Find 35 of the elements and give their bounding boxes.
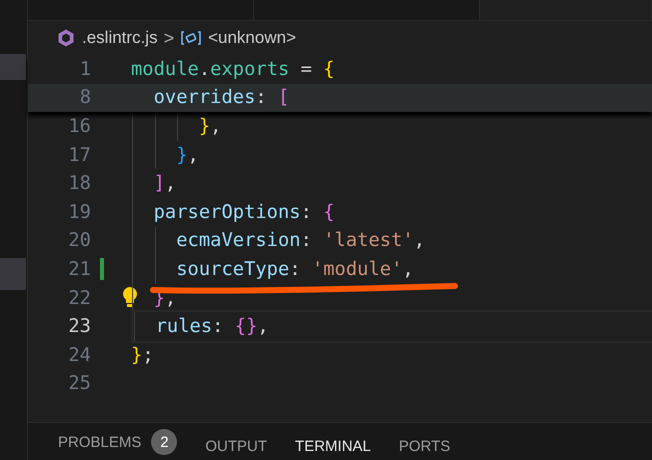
sidebar-item-highlight [0,54,26,80]
code-line: parserOptions: { [152,202,335,223]
symbol-icon [180,30,202,46]
panel-tab[interactable]: PROBLEMS 2 [58,425,186,460]
breadcrumb-file[interactable]: .eslintrc.js [82,28,158,48]
count-badge: 2 [151,429,178,455]
code-line: rules: {}, [154,316,269,338]
line-number: 1 [78,58,91,80]
line-number: 8 [78,87,91,108]
panel-tab[interactable]: TERMINAL [295,434,379,460]
code-line: overrides: [ [152,87,290,108]
code-line: ecmaVersion: 'latest', [175,230,426,252]
line-number: 19 [67,202,91,223]
code-line: }, [198,116,222,137]
line-number: 23 [67,316,91,338]
line-number: 16 [67,116,91,137]
line-number: 20 [67,230,91,252]
hexagon-icon [56,28,76,48]
panel-tab[interactable]: OUTPUT [205,434,276,460]
code-line: module.exports = { [131,58,335,80]
lightbulb-icon[interactable] [122,286,138,308]
sidebar-item-highlight [0,258,26,290]
breadcrumb-symbol[interactable]: <unknown> [208,28,296,48]
panel-tab[interactable]: PORTS [398,434,458,460]
line-number: 25 [67,373,91,394]
code-line: sourceType: 'module', [175,258,414,280]
code-line: ], [152,173,176,194]
breadcrumb-separator: > [164,28,174,48]
line-number: 24 [67,344,91,366]
line-number: 21 [67,258,91,280]
line-number: 22 [67,288,91,309]
code-line: }, [175,144,199,166]
line-number: 17 [67,144,91,166]
line-number: 18 [67,173,91,194]
code-line: }; [131,344,154,366]
